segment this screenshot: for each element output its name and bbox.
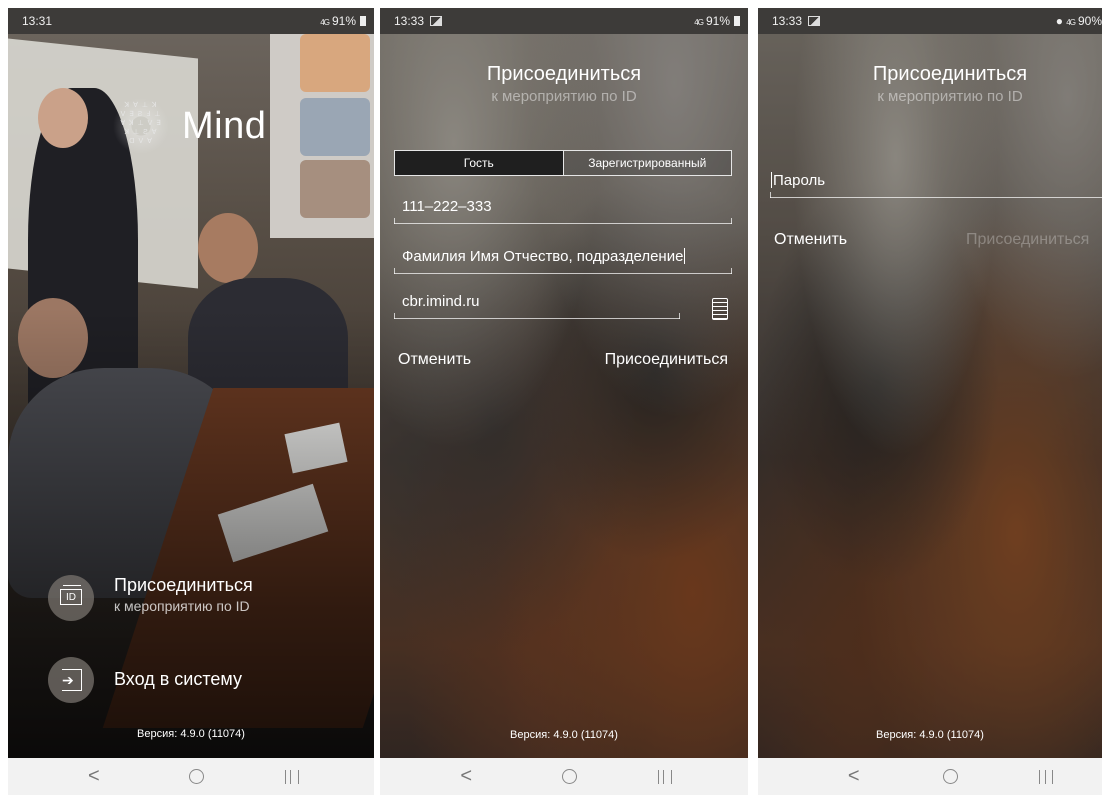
- user-type-tabs: Гость Зарегистрированный: [394, 150, 732, 176]
- battery-text: 91%: [331, 14, 356, 28]
- location-icon: ●: [1055, 14, 1063, 28]
- meeting-id-field[interactable]: 111–222–333: [394, 194, 732, 224]
- image-notification-icon: [430, 16, 443, 26]
- signal-icon: 4G: [1066, 18, 1076, 27]
- server-list-icon[interactable]: [712, 298, 728, 320]
- join-button-disabled[interactable]: Присоединиться: [966, 231, 1089, 249]
- version-label: Версия: 4.9.0 (11074): [510, 729, 618, 741]
- home-icon: [188, 769, 204, 785]
- back-button[interactable]: <: [834, 758, 874, 795]
- system-nav-bar: <: [758, 758, 1102, 795]
- battery-icon: [360, 16, 366, 26]
- status-time: 13:33: [394, 8, 443, 34]
- page-subtitle: к мероприятию по ID: [877, 88, 1023, 105]
- status-time: 13:33: [772, 8, 821, 34]
- phone-screen-home: 13:31 4G 91% ꓘ ∀ ⊥ ꓘ V ∃ Ƨ Ⅎ ⊥ ∀ ꓘ ⊥ V ∃ …: [8, 8, 374, 795]
- recent-apps-icon: [1039, 769, 1054, 784]
- status-bar: 13:33 4G 91%: [380, 8, 748, 34]
- join-icon-circle: ID: [48, 575, 94, 621]
- image-notification-icon: [808, 16, 821, 26]
- home-icon: [561, 769, 577, 785]
- system-nav-bar: <: [8, 758, 374, 795]
- id-card-icon: ID: [60, 585, 82, 605]
- status-bar: 13:31 4G 91%: [8, 8, 374, 34]
- home-screen: 13:31 4G 91% ꓘ ∀ ⊥ ꓘ V ∃ Ƨ Ⅎ ⊥ ∀ ꓘ ⊥ V ∃ …: [8, 8, 374, 758]
- recent-apps-button[interactable]: [272, 758, 312, 795]
- signal-icon: 4G: [694, 18, 704, 27]
- server-field[interactable]: cbr.imind.ru: [394, 289, 680, 319]
- page-header: Присоединиться к мероприятию по ID: [380, 63, 748, 105]
- battery-icon: [734, 16, 740, 26]
- status-time: 13:31: [22, 14, 53, 28]
- recent-apps-button[interactable]: [645, 758, 685, 795]
- cancel-button[interactable]: Отменить: [774, 231, 847, 249]
- logo-text: Mind: [182, 104, 267, 147]
- join-button[interactable]: Присоединиться: [605, 351, 728, 369]
- version-label: Версия: 4.9.0 (11074): [876, 729, 984, 741]
- password-placeholder: Пароль: [773, 172, 826, 189]
- signal-icon: 4G: [320, 18, 330, 27]
- system-nav-bar: <: [380, 758, 748, 795]
- tab-registered[interactable]: Зарегистрированный: [562, 151, 731, 175]
- page-subtitle: к мероприятию по ID: [491, 88, 637, 105]
- home-button[interactable]: [549, 758, 589, 795]
- display-name-field[interactable]: Фамилия Имя Отчество, подразделение: [394, 244, 732, 274]
- meeting-id-value: 111–222–333: [402, 198, 492, 215]
- status-right: 4G 91%: [320, 8, 366, 36]
- login-icon: ➔: [62, 669, 82, 691]
- battery-text: 90%: [1077, 14, 1102, 28]
- password-field[interactable]: Пароль: [770, 168, 1102, 198]
- join-subtitle: к мероприятию по ID: [114, 598, 250, 614]
- join-password-screen: 13:33 ● 4G 90% Присоединиться к мероприят…: [758, 8, 1102, 758]
- display-name-value: Фамилия Имя Отчество, подразделение: [402, 248, 684, 265]
- version-label: Версия: 4.9.0 (11074): [137, 728, 245, 740]
- home-button[interactable]: [176, 758, 216, 795]
- phone-screen-join-guest: 13:33 4G 91% Присоединиться к мероприятию…: [380, 8, 748, 795]
- status-right: ● 4G 90%: [1056, 8, 1102, 36]
- back-button[interactable]: <: [446, 758, 486, 795]
- logo-cube-icon: ꓘ ∀ ⊥ ꓘ V ∃ Ƨ Ⅎ ⊥ ∀ ꓘ ⊥ V ∃ ꓘ ⊥ Ƨ ∀ ᗡ V …: [108, 93, 174, 159]
- battery-text: 91%: [705, 14, 730, 28]
- page-header: Присоединиться к мероприятию по ID: [798, 63, 1102, 105]
- status-bar: 13:33 ● 4G 90%: [758, 8, 1102, 34]
- join-title: Присоединиться: [114, 575, 253, 595]
- page-title: Присоединиться: [486, 63, 642, 85]
- home-icon: [942, 769, 958, 785]
- home-button[interactable]: [930, 758, 970, 795]
- login-icon-circle: ➔: [48, 657, 94, 703]
- tab-guest[interactable]: Гость: [395, 151, 563, 175]
- recent-apps-icon: [657, 769, 672, 784]
- join-guest-screen: 13:33 4G 91% Присоединиться к мероприятию…: [380, 8, 748, 758]
- cancel-button[interactable]: Отменить: [398, 351, 471, 369]
- recent-apps-icon: [284, 769, 299, 784]
- status-right: 4G 91%: [694, 8, 740, 36]
- phone-screen-join-password: 13:33 ● 4G 90% Присоединиться к мероприят…: [758, 8, 1102, 795]
- page-title: Присоединиться: [872, 63, 1028, 85]
- server-value: cbr.imind.ru: [402, 293, 480, 310]
- text-caret: [684, 248, 686, 264]
- back-button[interactable]: <: [74, 758, 114, 795]
- app-logo: ꓘ ∀ ⊥ ꓘ V ∃ Ƨ Ⅎ ⊥ ∀ ꓘ ⊥ V ∃ ꓘ ⊥ Ƨ ∀ ᗡ V …: [108, 93, 266, 159]
- recent-apps-button[interactable]: [1026, 758, 1066, 795]
- login-title: Вход в систему: [114, 669, 242, 689]
- text-caret: [771, 172, 772, 188]
